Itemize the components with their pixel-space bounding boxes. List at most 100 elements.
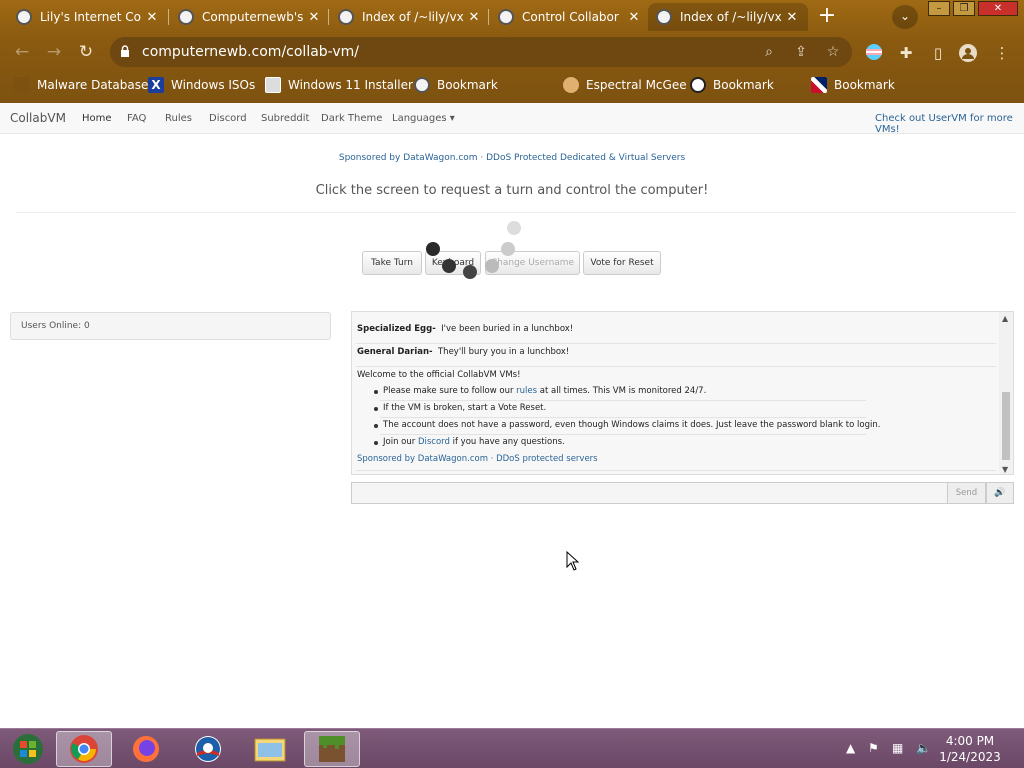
rules-link[interactable]: rules [516,386,537,396]
taskbar-campaign-logo[interactable] [180,731,236,767]
bookmark-star-icon[interactable]: ☆ [824,43,842,61]
bookmark-label: Windows 11 Installer [288,78,413,92]
taskbar-file-explorer[interactable] [242,731,298,767]
url-text: computernewb.com/collab-vm/ [142,44,359,60]
chat-scrollbar[interactable]: ▲ ▼ [999,312,1013,474]
loading-spinner-dot [507,221,521,235]
mouse-cursor-icon [566,551,580,571]
users-online-panel: Users Online: 0 [10,312,331,340]
bookmark-6[interactable]: Bookmark [811,75,895,95]
taskbar-minecraft[interactable] [304,731,360,767]
close-icon[interactable]: ✕ [626,10,642,25]
bookmark-5[interactable]: Bookmark [690,75,774,95]
close-icon[interactable]: ✕ [144,10,160,25]
side-panel-icon[interactable]: ▯ [928,43,948,63]
maximize-button[interactable]: ❐ [953,1,975,16]
nav-home[interactable]: Home [82,113,112,124]
welcome-heading: Welcome to the official CollabVM VMs! [357,370,521,380]
lock-icon [121,45,129,57]
avatar-icon [690,77,706,93]
tab-lilys-internet[interactable]: Lily's Internet Co ✕ [8,3,168,31]
scroll-down-icon[interactable]: ▼ [1002,465,1008,474]
discord-link[interactable]: Discord [418,437,450,447]
tab-strip: Lily's Internet Co ✕ Computernewb's I ✕ … [0,0,1024,34]
chat-text: I've been buried in a lunchbox! [441,324,574,334]
bookmark-windows-11-installer[interactable]: Windows 11 Installer [265,75,413,95]
close-window-button[interactable]: ✕ [978,1,1018,16]
voice-toggle-button[interactable]: 🔊 [986,482,1014,504]
chat-input[interactable] [351,482,948,504]
uservm-link[interactable]: Check out UserVM for more VMs! [875,113,1024,135]
bookmark-label: Bookmark [437,78,498,92]
change-username-button[interactable]: Change Username [485,251,580,275]
clock-date: 1/24/2023 [939,750,1001,764]
site-favicon-icon [178,9,194,25]
chat-divider [380,400,866,401]
nav-faq[interactable]: FAQ [127,113,146,124]
rule-item: If the VM is broken, start a Vote Reset. [373,403,547,413]
menu-kebab-icon[interactable]: ⋮ [992,43,1012,63]
start-button[interactable] [0,731,56,767]
close-icon[interactable]: ✕ [306,10,322,25]
tab-search-button[interactable]: ⌄ [892,5,918,29]
tab-index-of-lily-active[interactable]: Index of /~lily/vx ✕ [648,3,808,31]
folder-icon [254,738,286,762]
nav-discord[interactable]: Discord [209,113,247,124]
loading-spinner-dot [485,259,499,273]
scrollbar-thumb[interactable] [1002,392,1010,460]
chrome-icon [70,735,98,763]
reload-button[interactable]: ↻ [76,42,96,62]
bookmark-malware-database[interactable]: Malware Database [14,75,148,95]
nav-dark-theme[interactable]: Dark Theme [321,113,382,124]
brand-logo[interactable]: CollabVM [10,111,66,125]
turn-instructions: Click the screen to request a turn and c… [315,183,709,198]
chat-divider [356,470,996,471]
sponsor-banner[interactable]: Sponsored by DataWagon.com · DDoS Protec… [0,153,1024,163]
vote-reset-button[interactable]: Vote for Reset [583,251,661,275]
extensions-icon[interactable]: ✚ [896,43,916,63]
network-icon[interactable]: ▦ [892,741,903,755]
nav-subreddit[interactable]: Subreddit [261,113,309,124]
chat-divider [356,343,996,344]
action-center-flag-icon[interactable]: ⚑ [868,741,879,755]
minimize-button[interactable]: – [928,1,950,16]
forward-button[interactable]: → [44,42,64,62]
close-icon[interactable]: ✕ [466,10,482,25]
profile-flag-icon[interactable] [864,43,884,63]
volume-icon[interactable]: 🔈 [916,741,931,755]
tab-computernewb[interactable]: Computernewb's I ✕ [170,3,330,31]
tab-title: Computernewb's I [202,10,306,24]
rule-text: Please make sure to follow our [383,386,517,396]
close-icon[interactable]: ✕ [784,10,800,25]
back-button[interactable]: ← [12,42,32,62]
taskbar-clock[interactable]: 4:00 PM 1/24/2023 [930,733,1010,765]
send-button[interactable]: Send [947,482,986,504]
rule-text: at all times. This VM is monitored 24/7. [537,386,707,396]
nav-rules[interactable]: Rules [165,113,192,124]
chat-divider [356,366,996,367]
tab-control-collabvm[interactable]: Control Collabor ✕ [490,3,650,31]
tab-index-of-lily[interactable]: Index of /~lily/vx ✕ [330,3,490,31]
chat-divider [380,417,866,418]
bookmark-3[interactable]: Bookmark [414,75,498,95]
show-hidden-icons-icon[interactable]: ▲ [846,741,855,755]
zoom-icon[interactable]: ⌕ [760,43,778,61]
take-turn-button[interactable]: Take Turn [362,251,422,275]
chat-divider [380,434,866,435]
chat-text: They'll bury you in a lunchbox! [437,347,570,357]
taskbar-firefox[interactable] [118,731,174,767]
address-bar[interactable]: computernewb.com/collab-vm/ ⌕ ⇪ ☆ [110,37,852,67]
tab-title: Index of /~lily/vx [362,10,464,24]
tab-separator [168,9,169,25]
taskbar-chrome[interactable] [56,731,112,767]
scroll-up-icon[interactable]: ▲ [1002,314,1008,323]
chat-sponsor-link[interactable]: Sponsored by DataWagon.com · DDoS protec… [357,454,598,464]
new-tab-button[interactable]: + [815,5,839,29]
rule-text: Join our [383,437,418,447]
chat-log[interactable]: Specialized Egg‑ I've been buried in a l… [351,311,1014,475]
account-icon[interactable] [958,43,978,63]
nav-languages[interactable]: Languages ▾ [392,113,455,124]
bookmark-windows-isos[interactable]: X Windows ISOs [148,75,255,95]
bookmark-espectral-mcgee[interactable]: Espectral McGee [563,75,687,95]
share-icon[interactable]: ⇪ [792,43,810,61]
